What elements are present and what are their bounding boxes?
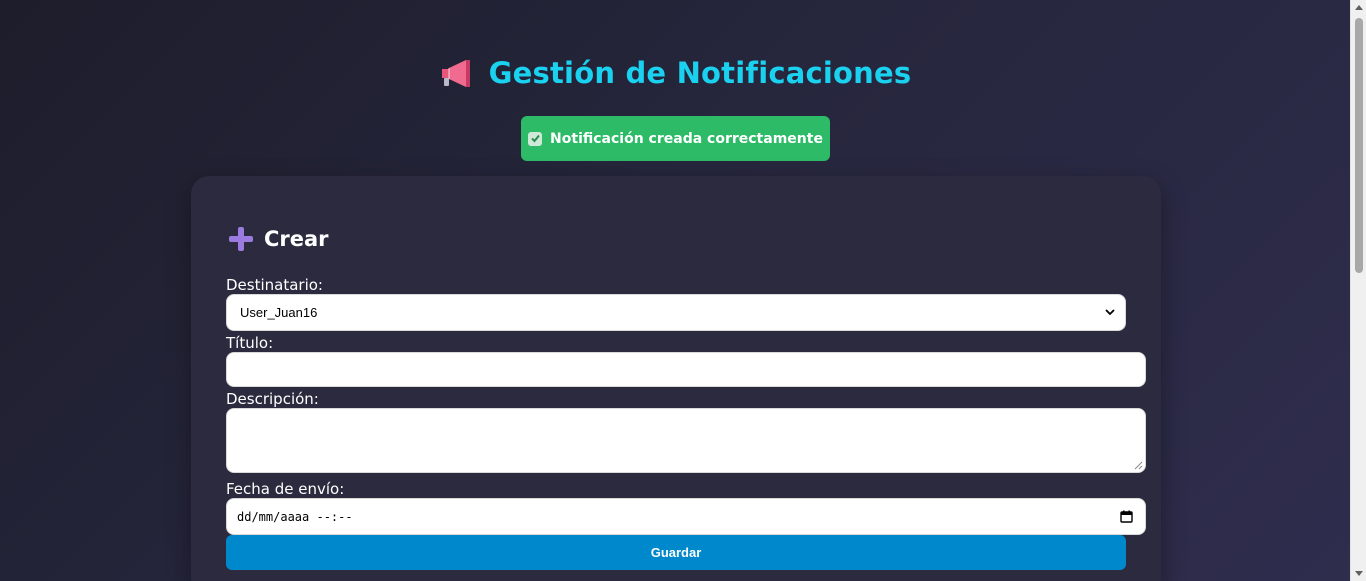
resize-grip-icon[interactable] [1134, 461, 1143, 470]
page: Gestión de Notificaciones Notificación c… [0, 0, 1350, 581]
alert-message: Notificación creada correctamente [550, 130, 823, 147]
vertical-scrollbar[interactable] [1350, 0, 1366, 581]
date-placeholder: dd/mm/aaaa --:-- [237, 509, 353, 524]
plus-icon [229, 227, 253, 251]
recipient-label: Destinatario: [226, 276, 323, 294]
recipient-select[interactable]: User_Juan16 [226, 294, 1126, 331]
check-icon [528, 131, 543, 146]
scrollbar-thumb[interactable] [1355, 18, 1363, 273]
date-label: Fecha de envío: [226, 480, 345, 498]
send-date-input[interactable]: dd/mm/aaaa --:-- [226, 498, 1146, 535]
megaphone-icon [441, 60, 470, 87]
recipient-selected-value: User_Juan16 [240, 305, 318, 320]
success-alert: Notificación creada correctamente [521, 116, 830, 161]
page-header: Gestión de Notificaciones [0, 56, 1350, 90]
form-heading-text: Crear [264, 227, 329, 251]
description-textarea[interactable] [226, 408, 1146, 473]
chevron-down-icon [1105, 309, 1115, 316]
page-title: Gestión de Notificaciones [488, 56, 912, 90]
title-input[interactable] [226, 352, 1146, 387]
description-label: Descripción: [226, 390, 319, 408]
calendar-icon[interactable] [1120, 510, 1133, 523]
scroll-down-icon[interactable] [1355, 571, 1363, 577]
form-heading: Crear [228, 226, 329, 252]
scroll-up-icon[interactable] [1355, 4, 1363, 10]
title-label: Título: [226, 334, 274, 352]
save-button[interactable]: Guardar [226, 535, 1126, 570]
